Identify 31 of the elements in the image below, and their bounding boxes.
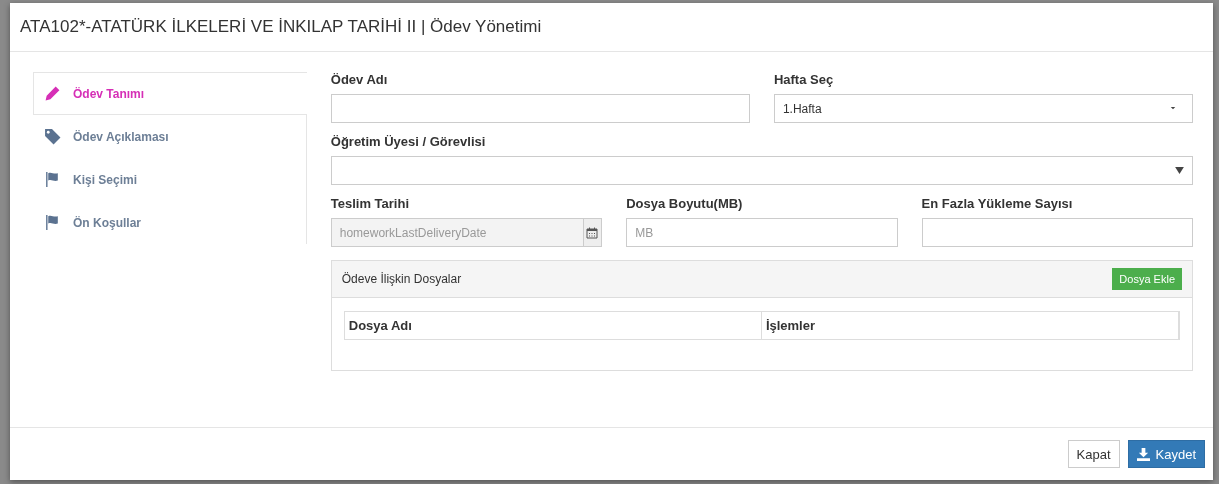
week-select[interactable]: 1.Hafta bbox=[773, 94, 1193, 123]
window-title: ATA102*-ATATÜRK İLKELERİ VE İNKILAP TARİHİ II | Ödev Yönetimi bbox=[20, 17, 542, 37]
save-button[interactable]: Kaydet bbox=[1127, 440, 1205, 468]
sidebar-tab[interactable]: Ödev Tanımı bbox=[33, 72, 307, 115]
flag-icon bbox=[44, 171, 61, 188]
field-label: Ödev Adı bbox=[330, 72, 389, 87]
pencil-icon bbox=[44, 85, 61, 102]
tag-icon bbox=[44, 128, 61, 145]
sidebar-tab[interactable]: Kişi Seçimi bbox=[33, 158, 306, 201]
input-field[interactable] bbox=[921, 218, 1193, 247]
field-label: Hafta Seç bbox=[773, 72, 835, 87]
caret-icon bbox=[1175, 167, 1184, 174]
flag-icon bbox=[44, 214, 61, 231]
field-label: Teslim Tarihi bbox=[330, 196, 411, 211]
panel-title: Ödeve İlişkin Dosyalar bbox=[341, 272, 462, 286]
add-file-button[interactable]: Dosya Ekle bbox=[1112, 268, 1182, 290]
sidebar-tab[interactable]: Ödev Açıklaması bbox=[33, 115, 306, 158]
calendar-icon bbox=[586, 226, 599, 239]
caret-icon bbox=[1170, 107, 1176, 110]
close-button[interactable]: Kapat bbox=[1067, 440, 1120, 468]
input-field[interactable]: MB bbox=[626, 218, 898, 247]
field-label: Öğretim Üyesi / Görevlisi bbox=[330, 134, 487, 149]
input-field[interactable] bbox=[330, 94, 750, 123]
column-header: İşlemler bbox=[761, 312, 1179, 339]
field-label: Dosya Boyutu(MB) bbox=[626, 196, 744, 211]
instructor-select[interactable] bbox=[330, 156, 1193, 185]
sidebar-tab[interactable]: Ön Koşullar bbox=[33, 201, 306, 244]
column-header: Dosya Adı bbox=[344, 312, 762, 339]
field-label: En Fazla Yükleme Sayısı bbox=[921, 196, 1074, 211]
date-field[interactable]: homeworkLastDeliveryDate bbox=[330, 218, 584, 247]
download-icon bbox=[1136, 447, 1150, 461]
